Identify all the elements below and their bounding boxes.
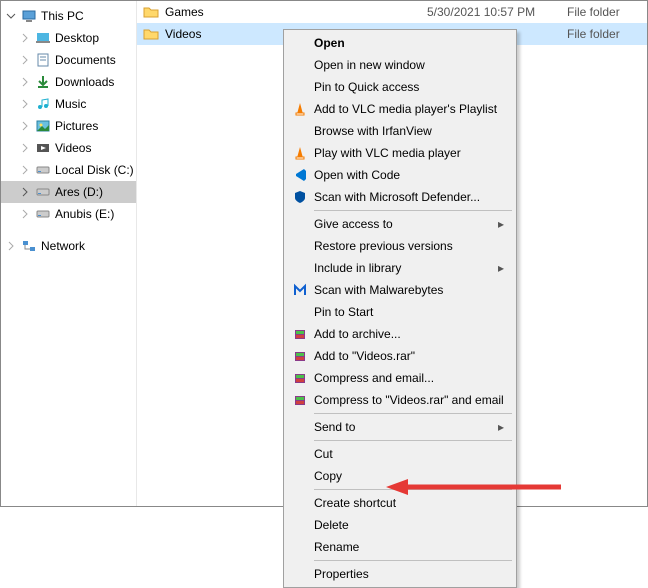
file-type: File folder: [567, 5, 647, 19]
music-icon: [35, 96, 51, 112]
chevron-right-icon: [19, 208, 31, 220]
chevron-right-icon: [19, 76, 31, 88]
tree-anubis-e[interactable]: Anubis (E:): [1, 203, 136, 225]
chevron-right-icon: [19, 98, 31, 110]
vscode-icon: [290, 167, 310, 183]
navigation-tree: This PC Desktop Documents Downloads Musi…: [1, 1, 137, 506]
ctx-pin-quick-access[interactable]: Pin to Quick access: [286, 76, 514, 98]
ctx-defender[interactable]: Scan with Microsoft Defender...: [286, 186, 514, 208]
tree-label: Pictures: [55, 119, 98, 133]
submenu-arrow-icon: ▸: [498, 261, 514, 275]
ctx-rar-compress-videos-email[interactable]: Compress to "Videos.rar" and email: [286, 389, 514, 411]
ctx-cut[interactable]: Cut: [286, 443, 514, 465]
tree-pictures[interactable]: Pictures: [1, 115, 136, 137]
ctx-irfanview[interactable]: Browse with IrfanView: [286, 120, 514, 142]
file-row[interactable]: Games 5/30/2021 10:57 PM File folder: [137, 1, 647, 23]
separator: [314, 489, 512, 490]
ctx-delete[interactable]: Delete: [286, 514, 514, 536]
tree-desktop[interactable]: Desktop: [1, 27, 136, 49]
ctx-give-access[interactable]: Give access to▸: [286, 213, 514, 235]
tree-videos[interactable]: Videos: [1, 137, 136, 159]
separator: [314, 440, 512, 441]
ctx-open-code[interactable]: Open with Code: [286, 164, 514, 186]
tree-label: Local Disk (C:): [55, 163, 134, 177]
separator: [314, 210, 512, 211]
ctx-open[interactable]: Open: [286, 32, 514, 54]
pc-icon: [21, 8, 37, 24]
tree-music[interactable]: Music: [1, 93, 136, 115]
ctx-include-library[interactable]: Include in library▸: [286, 257, 514, 279]
file-type: File folder: [567, 27, 647, 41]
tree-local-disk-c[interactable]: Local Disk (C:): [1, 159, 136, 181]
chevron-right-icon: [19, 186, 31, 198]
winrar-icon: [290, 392, 310, 408]
chevron-right-icon: [19, 142, 31, 154]
folder-icon: [143, 26, 159, 42]
ctx-rar-add-archive[interactable]: Add to archive...: [286, 323, 514, 345]
separator: [314, 413, 512, 414]
tree-label: Desktop: [55, 31, 99, 45]
ctx-vlc-play[interactable]: Play with VLC media player: [286, 142, 514, 164]
disk-icon: [35, 162, 51, 178]
tree-network[interactable]: Network: [1, 235, 136, 257]
malwarebytes-icon: [290, 282, 310, 298]
ctx-rename[interactable]: Rename: [286, 536, 514, 558]
tree-label: Music: [55, 97, 86, 111]
tree-label: Downloads: [55, 75, 114, 89]
chevron-right-icon: [5, 240, 17, 252]
chevron-right-icon: [19, 32, 31, 44]
chevron-down-icon: [5, 10, 17, 22]
tree-this-pc[interactable]: This PC: [1, 5, 136, 27]
chevron-right-icon: [19, 164, 31, 176]
file-name: Games: [165, 5, 427, 19]
separator: [314, 560, 512, 561]
ctx-malwarebytes[interactable]: Scan with Malwarebytes: [286, 279, 514, 301]
ctx-rar-add-videos[interactable]: Add to "Videos.rar": [286, 345, 514, 367]
disk-icon: [35, 206, 51, 222]
folder-icon: [143, 4, 159, 20]
tree-label: Ares (D:): [55, 185, 103, 199]
tree-label: Anubis (E:): [55, 207, 114, 221]
chevron-right-icon: [19, 54, 31, 66]
ctx-vlc-playlist[interactable]: Add to VLC media player's Playlist: [286, 98, 514, 120]
tree-documents[interactable]: Documents: [1, 49, 136, 71]
vlc-icon: [290, 101, 310, 117]
chevron-right-icon: [19, 120, 31, 132]
ctx-rar-compress-email[interactable]: Compress and email...: [286, 367, 514, 389]
ctx-open-new-window[interactable]: Open in new window: [286, 54, 514, 76]
file-date: 5/30/2021 10:57 PM: [427, 5, 567, 19]
winrar-icon: [290, 348, 310, 364]
ctx-restore-previous[interactable]: Restore previous versions: [286, 235, 514, 257]
tree-label: Network: [41, 239, 85, 253]
network-icon: [21, 238, 37, 254]
tree-label: Videos: [55, 141, 91, 155]
defender-icon: [290, 189, 310, 205]
videos-icon: [35, 140, 51, 156]
downloads-icon: [35, 74, 51, 90]
winrar-icon: [290, 326, 310, 342]
tree-label: Documents: [55, 53, 116, 67]
tree-label: This PC: [41, 9, 84, 23]
documents-icon: [35, 52, 51, 68]
ctx-properties[interactable]: Properties: [286, 563, 514, 585]
ctx-copy[interactable]: Copy: [286, 465, 514, 487]
context-menu: Open Open in new window Pin to Quick acc…: [283, 29, 517, 588]
tree-downloads[interactable]: Downloads: [1, 71, 136, 93]
submenu-arrow-icon: ▸: [498, 420, 514, 434]
vlc-icon: [290, 145, 310, 161]
ctx-create-shortcut[interactable]: Create shortcut: [286, 492, 514, 514]
disk-icon: [35, 184, 51, 200]
tree-ares-d[interactable]: Ares (D:): [1, 181, 136, 203]
desktop-icon: [35, 30, 51, 46]
winrar-icon: [290, 370, 310, 386]
pictures-icon: [35, 118, 51, 134]
submenu-arrow-icon: ▸: [498, 217, 514, 231]
ctx-send-to[interactable]: Send to▸: [286, 416, 514, 438]
ctx-pin-start[interactable]: Pin to Start: [286, 301, 514, 323]
